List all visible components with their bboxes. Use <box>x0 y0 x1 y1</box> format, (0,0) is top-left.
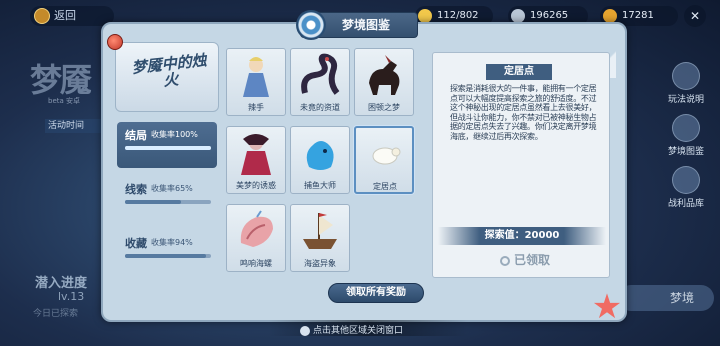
codex-card[interactable]: 捕鱼大师 <box>290 126 350 194</box>
gem-icon <box>603 9 617 23</box>
serpent-icon <box>301 53 340 95</box>
detail-description: 探索是消耗很大的一件事，能拥有一个定居点可以大幅度提高探索之旅的舒适度。不过这个… <box>450 84 597 141</box>
codex-card-selected[interactable]: 定居点 <box>354 126 414 194</box>
exploration-value: 探索值：20000 <box>438 227 606 245</box>
sheep-icon <box>372 147 401 165</box>
loot-button[interactable]: 战利品库 <box>658 164 714 210</box>
tab-endings[interactable]: 结局 收集率100% <box>117 122 217 168</box>
detail-title: 定居点 <box>486 64 552 80</box>
info-icon <box>300 325 310 336</box>
claimed-status: 已领取 <box>480 249 570 271</box>
event-title: 梦魇 <box>30 61 92 99</box>
beta-tag: beta 安卓 <box>48 97 81 105</box>
tab-clues[interactable]: 线索 收集率65% <box>117 176 217 222</box>
event-time-label: 活动时间 <box>45 119 107 133</box>
gear-icon <box>296 10 326 40</box>
progress-bar <box>125 254 211 258</box>
chest-icon <box>672 166 700 194</box>
conch-icon <box>240 210 273 247</box>
dive-level: lv.13 <box>58 290 85 303</box>
codex-icon <box>672 114 700 142</box>
pin-icon <box>107 34 123 50</box>
energy-icon <box>418 9 432 23</box>
dream-button[interactable]: 梦境 <box>618 285 714 311</box>
dive-progress-label: 潜入进度 <box>35 276 88 291</box>
codex-card[interactable]: 困顿之梦 <box>354 48 414 116</box>
back-label: 返回 <box>54 9 76 22</box>
close-icon[interactable]: ✕ <box>684 5 706 27</box>
coin-icon <box>511 9 525 23</box>
horse-icon <box>369 55 400 95</box>
codex-card[interactable]: 鸣响海螺 <box>226 204 286 272</box>
check-icon <box>499 255 510 266</box>
progress-bar <box>125 200 211 204</box>
back-button[interactable]: 返回 <box>30 6 114 26</box>
claim-all-button[interactable]: 领取所有奖励 <box>328 283 424 303</box>
progress-bar <box>125 146 211 150</box>
rules-button[interactable]: 玩法说明 <box>658 60 714 106</box>
codex-grid: 辣手 未竟的资道 困顿之梦 美梦的诱惑 捕鱼大师 定居点 鸣响海螺 海盗异象 <box>224 46 424 278</box>
ship-icon <box>303 213 337 249</box>
back-icon <box>34 8 50 24</box>
codex-card[interactable]: 美梦的诱惑 <box>226 126 286 194</box>
tab-collection[interactable]: 收藏 收集率94% <box>117 230 217 276</box>
fish-icon <box>306 141 334 170</box>
temptress-icon <box>241 134 271 175</box>
codex-card[interactable]: 海盗异象 <box>290 204 350 272</box>
starfish-icon: ★ <box>591 287 623 327</box>
today-hint: 今日已探索 <box>33 309 79 319</box>
codex-button[interactable]: 梦境图鉴 <box>658 112 714 158</box>
figure-icon <box>243 57 269 97</box>
codex-card[interactable]: 未竟的资道 <box>290 48 350 116</box>
book-icon <box>672 62 700 90</box>
codex-card[interactable]: 辣手 <box>226 48 286 116</box>
close-hint: 点击其他区域关闭窗口 <box>300 323 403 336</box>
